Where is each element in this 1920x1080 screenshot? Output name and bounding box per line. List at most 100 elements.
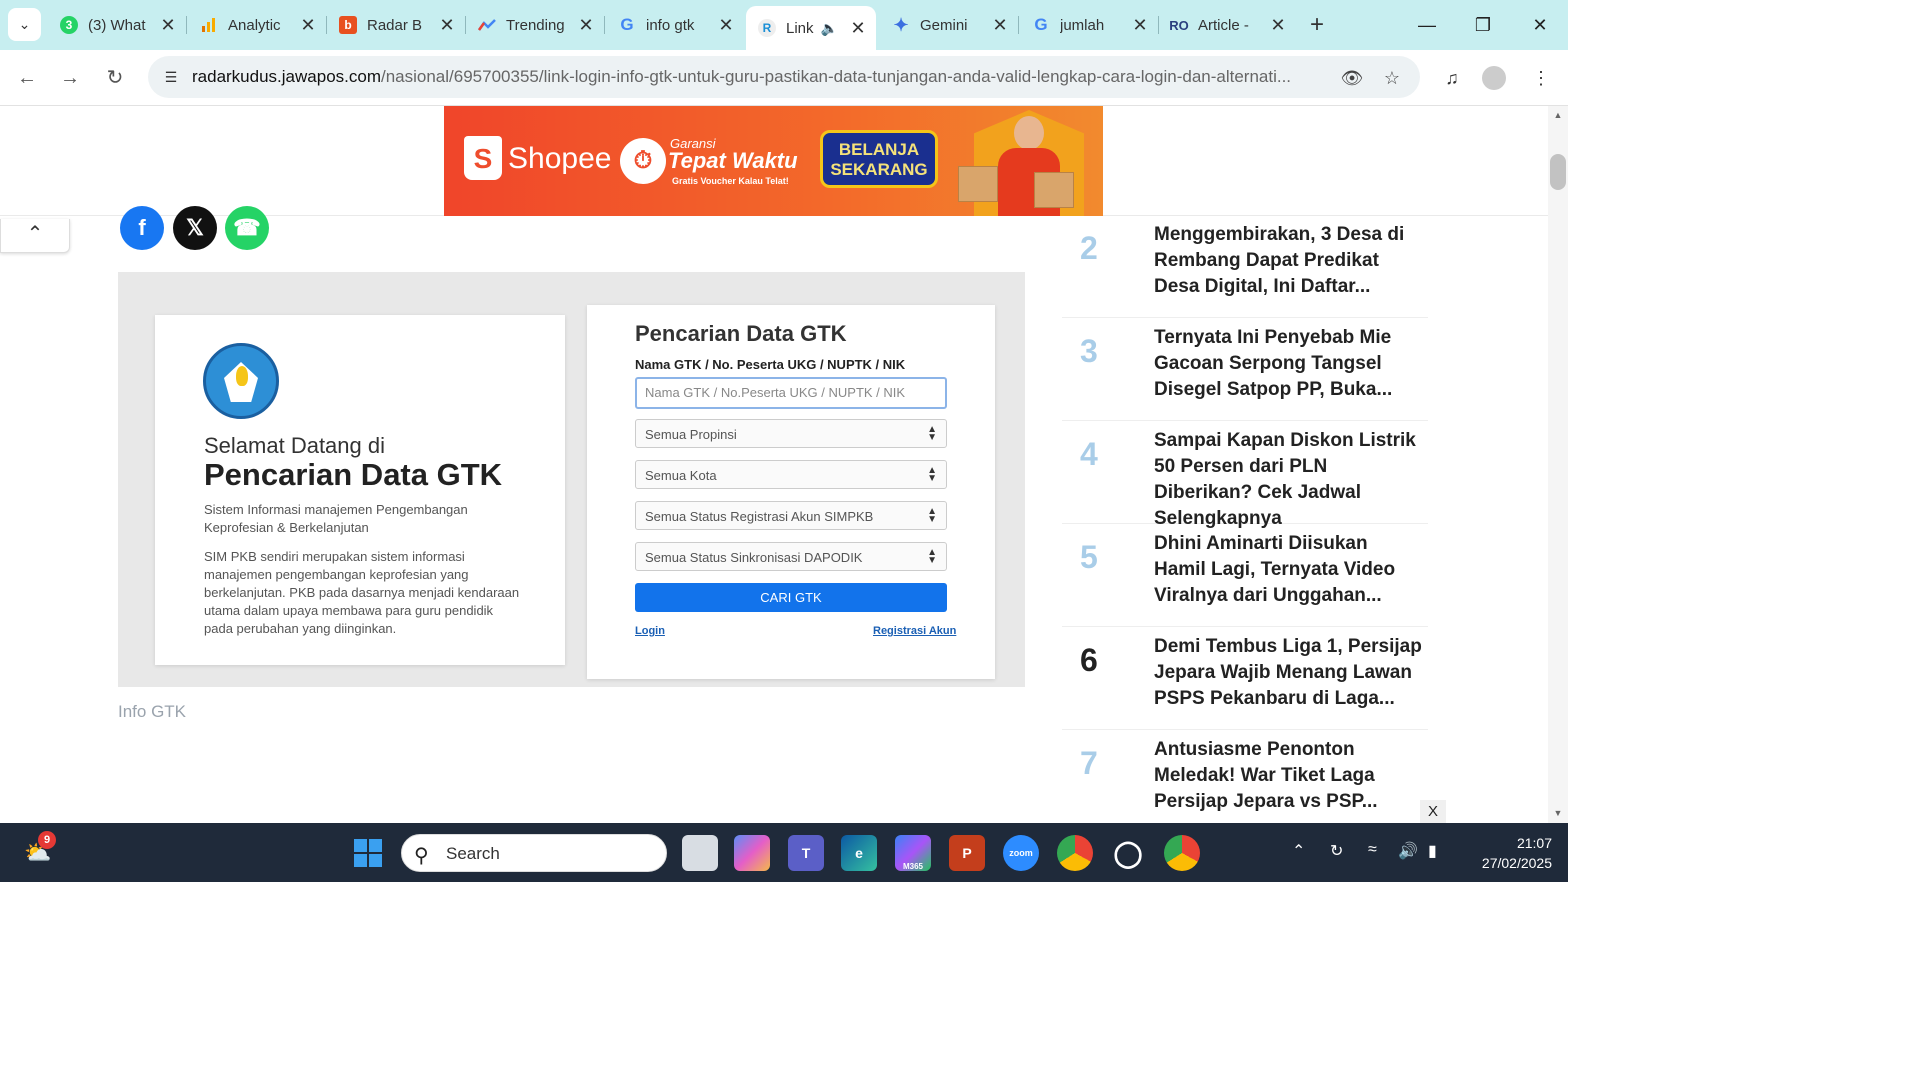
trending-item[interactable]: 3 Ternyata Ini Penyebab Mie Gacoan Serpon… [1062, 319, 1428, 421]
chrome-profile-icon[interactable] [1164, 835, 1200, 871]
trending-title[interactable]: Demi Tembus Liga 1, Persijap Jepara Waji… [1154, 634, 1424, 712]
address-bar[interactable]: ☰ radarkudus.jawapos.com/nasional/695700… [148, 56, 1420, 98]
image-caption: Info GTK [118, 702, 187, 721]
page-scrollbar[interactable]: ▲ ▼ [1548, 106, 1568, 823]
reload-icon: ↻ [106, 67, 124, 89]
start-button[interactable] [350, 835, 386, 871]
tab-gemini[interactable]: ✦ Gemini ✕ [880, 8, 1019, 42]
new-tab-button[interactable]: + [1304, 12, 1330, 38]
x-share-button[interactable]: 𝕏 [173, 206, 217, 250]
tab-info-gtk[interactable]: G info gtk ✕ [606, 8, 744, 42]
close-icon[interactable]: ✕ [988, 15, 1012, 36]
m365-icon[interactable]: M365 [895, 835, 931, 871]
trending-rank: 5 [1080, 539, 1098, 575]
close-icon[interactable]: ✕ [435, 15, 459, 36]
back-button[interactable]: ← [13, 64, 41, 92]
edge-icon[interactable]: e [841, 835, 877, 871]
tab-analytics[interactable]: Analytic ✕ [188, 8, 327, 42]
x-icon: 𝕏 [186, 215, 204, 240]
radar-kudus-icon: R [758, 19, 776, 37]
scroll-down-icon[interactable]: ▼ [1552, 808, 1564, 818]
forward-button[interactable]: → [56, 64, 84, 92]
taskbar-search[interactable]: ⚲ Search [401, 834, 667, 872]
close-icon[interactable]: ✕ [156, 15, 180, 36]
shopee-ad[interactable]: S Shopee ⏱ Garansi Tepat Waktu Gratis Vo… [444, 106, 1103, 216]
tab-whatsapp[interactable]: 3 (3) What ✕ [48, 8, 187, 42]
eye-off-icon[interactable]: 👁 [1340, 66, 1364, 90]
close-icon[interactable]: ✕ [296, 15, 320, 36]
ad-cta-button[interactable]: BELANJA SEKARANG [820, 130, 938, 188]
powerpoint-icon[interactable]: P [949, 835, 985, 871]
restore-icon: ❐ [1474, 15, 1492, 35]
trending-item[interactable]: 5 Dhini Aminarti Diisukan Hamil Lagi, Ter… [1062, 525, 1428, 627]
trending-title[interactable]: Dhini Aminarti Diisukan Hamil Lagi, Tern… [1154, 531, 1424, 609]
media-control-icon[interactable]: ♫ [1438, 64, 1466, 92]
chrome-icon[interactable] [1057, 835, 1093, 871]
trending-title[interactable]: Antusiasme Penonton Meledak! War Tiket L… [1154, 737, 1424, 815]
battery-icon[interactable]: ▮ [1428, 841, 1437, 861]
minimize-icon: — [1418, 15, 1436, 35]
sync-icon[interactable]: ↻ [1330, 841, 1343, 861]
city-select-value: Semua Kota [645, 468, 717, 483]
shopee-bag-icon: S [464, 136, 502, 180]
ad-line2: Tepat Waktu [668, 148, 798, 173]
tab-title: Analytic [228, 16, 281, 34]
trending-title[interactable]: Sampai Kapan Diskon Listrik 50 Persen da… [1154, 428, 1424, 532]
profile-avatar[interactable] [1482, 66, 1506, 90]
whatsapp-share-button[interactable]: ☎ [225, 206, 269, 250]
sort-arrows-icon: ▲ ▼ [927, 506, 937, 525]
province-select: Semua Propinsi ▲ ▼ [635, 419, 947, 448]
minimize-button[interactable]: — [1412, 10, 1442, 40]
teams-icon[interactable]: T [788, 835, 824, 871]
scroll-up-icon[interactable]: ▲ [1552, 110, 1564, 120]
task-view-icon[interactable] [682, 835, 718, 871]
facebook-share-button[interactable]: f [120, 206, 164, 250]
volume-icon[interactable]: 🔊 [1398, 841, 1418, 861]
bookmark-star-icon[interactable]: ☆ [1380, 66, 1404, 90]
collapse-button[interactable]: ⌃ [0, 219, 70, 253]
trending-title[interactable]: Ternyata Ini Penyebab Mie Gacoan Serpong… [1154, 325, 1424, 403]
tab-search-button[interactable]: ⌄ [8, 8, 41, 41]
zoom-icon[interactable]: zoom [1003, 835, 1039, 871]
search-field-label: Nama GTK / No. Peserta UKG / NUPTK / NIK [635, 357, 906, 372]
ad-line3: Gratis Voucher Kalau Telat! [672, 176, 789, 186]
trending-title[interactable]: Menggembirakan, 3 Desa di Rembang Dapat … [1154, 222, 1424, 300]
reload-button[interactable]: ↻ [101, 64, 129, 92]
menu-dots-icon[interactable]: ⋮ [1527, 64, 1555, 92]
sort-arrows-icon: ▲ ▼ [927, 547, 937, 566]
close-icon[interactable]: ✕ [1128, 15, 1152, 36]
scrollbar-thumb[interactable] [1550, 154, 1566, 190]
tab-trending[interactable]: Trending ✕ [466, 8, 605, 42]
circle-app-icon[interactable]: ◯ [1110, 835, 1146, 871]
url-text[interactable]: radarkudus.jawapos.com/nasional/69570035… [192, 67, 1322, 87]
close-icon[interactable]: ✕ [574, 15, 598, 36]
sync-status-value: Semua Status Sinkronisasi DAPODIK [645, 550, 863, 565]
close-icon[interactable]: ✕ [714, 15, 738, 36]
system-clock[interactable]: 21:07 27/02/2025 [1462, 833, 1552, 873]
close-icon[interactable]: ✕ [1266, 15, 1290, 36]
clock-icon: ⏱ [620, 138, 666, 184]
close-ad-button[interactable]: X [1420, 800, 1446, 823]
close-window-button[interactable]: ✕ [1525, 10, 1555, 40]
trends-icon [478, 16, 496, 34]
tab-article[interactable]: RO Article - ✕ [1158, 8, 1296, 42]
gtk-search-input: Nama GTK / No.Peserta UKG / NUPTK / NIK [635, 377, 947, 409]
tab-radar[interactable]: b Radar B ✕ [327, 8, 466, 42]
site-settings-icon[interactable]: ☰ [160, 66, 182, 88]
speaker-icon[interactable]: 🔈 [821, 20, 838, 37]
package-icon [958, 166, 998, 202]
close-icon[interactable]: ✕ [846, 18, 870, 39]
trending-item[interactable]: 2 Menggembirakan, 3 Desa di Rembang Dapat… [1062, 216, 1428, 318]
wifi-icon[interactable]: ≈ [1368, 841, 1377, 859]
tab-link-active[interactable]: R Link 🔈 ✕ [746, 6, 876, 50]
close-icon: ✕ [1532, 15, 1548, 35]
restore-button[interactable]: ❐ [1468, 10, 1498, 40]
tab-jumlah[interactable]: G jumlah ✕ [1020, 8, 1159, 42]
cari-gtk-button: CARI GTK [635, 583, 947, 612]
copilot-icon[interactable] [734, 835, 770, 871]
trending-item[interactable]: 4 Sampai Kapan Diskon Listrik 50 Persen d… [1062, 422, 1428, 529]
trending-item[interactable]: 6 Demi Tembus Liga 1, Persijap Jepara Waj… [1062, 628, 1428, 730]
trending-item[interactable]: 7 Antusiasme Penonton Meledak! War Tiket … [1062, 731, 1428, 823]
show-hidden-icons[interactable]: ⌃ [1292, 841, 1305, 861]
gemini-icon: ✦ [893, 14, 909, 35]
